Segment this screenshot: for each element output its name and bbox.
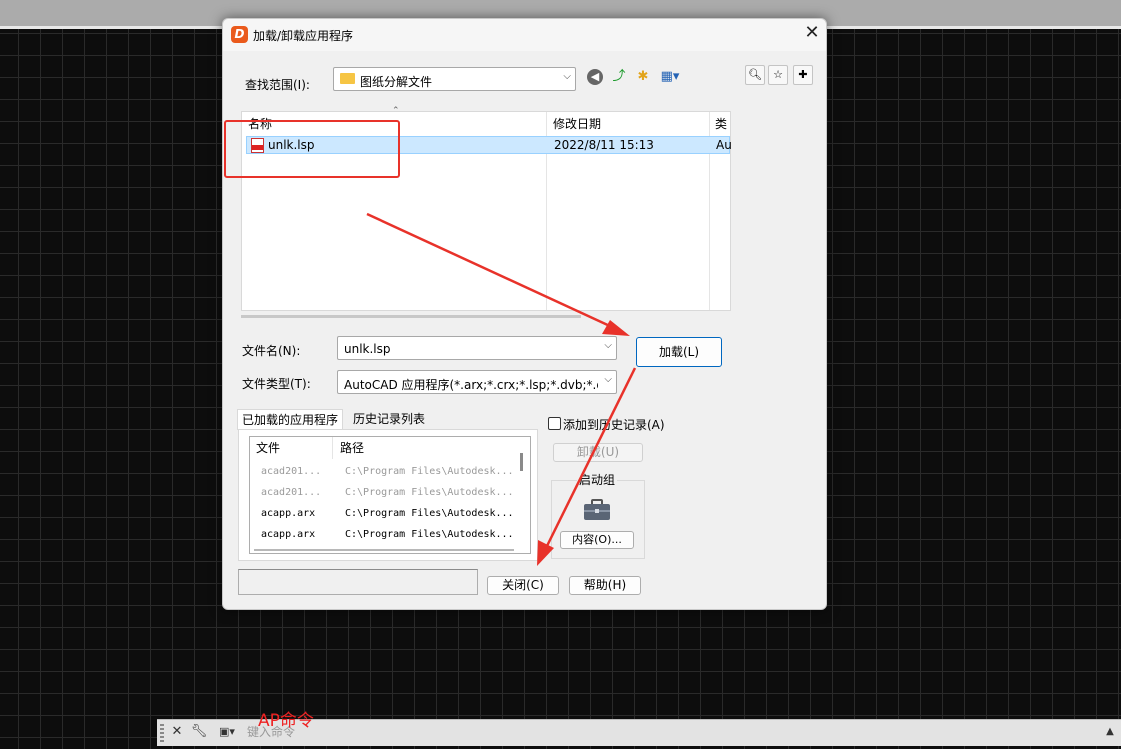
lookin-dropdown[interactable]: 图纸分解文件 ⌵	[333, 67, 576, 91]
filetype-value: AutoCAD 应用程序(*.arx;*.crx;*.lsp;*.dvb;*.d…	[344, 378, 598, 392]
app-path: C:\Program Files\Autodesk...	[345, 508, 514, 519]
column-header-type[interactable]: 类	[715, 112, 730, 134]
load-button[interactable]: 加载(L)	[636, 337, 722, 367]
column-header-path[interactable]: 路径	[334, 437, 514, 459]
add-favorites-icon[interactable]: ✚	[793, 65, 813, 85]
table-horizontal-scrollbar[interactable]	[254, 549, 514, 551]
help-button[interactable]: 帮助(H)	[569, 576, 641, 595]
app-file: acad201...	[261, 466, 322, 477]
column-header-date[interactable]: 修改日期	[553, 112, 703, 134]
app-path: C:\Program Files\Autodesk...	[345, 466, 514, 477]
lookin-value: 图纸分解文件	[360, 75, 433, 89]
app-path: C:\Program Files\Autodesk...	[345, 487, 514, 498]
app-logo-icon: D	[231, 26, 248, 43]
add-history-checkbox[interactable]	[548, 417, 561, 430]
chevron-down-icon: ⌵	[604, 340, 612, 351]
table-row[interactable]: acapp.arx C:\Program Files\Autodesk...	[250, 504, 514, 524]
contents-button[interactable]: 内容(O)...	[560, 531, 634, 549]
file-type: Au	[716, 138, 731, 152]
column-header-file[interactable]: 文件	[250, 437, 333, 459]
unload-button[interactable]: 卸载(U)	[553, 443, 643, 462]
filename-value: unlk.lsp	[344, 342, 391, 356]
back-icon[interactable]: ◀	[587, 69, 603, 85]
add-history-label: 添加到历史记录(A)	[563, 418, 665, 432]
table-row[interactable]: acad201... C:\Program Files\Autodesk...	[250, 483, 514, 503]
app-path: C:\Program Files\Autodesk...	[345, 529, 514, 539]
favorites-icon[interactable]: ☆	[768, 65, 788, 85]
close-icon[interactable]: ✕	[801, 22, 823, 44]
find-icon[interactable]: 🔍︎	[745, 65, 765, 85]
filename-input[interactable]: unlk.lsp ⌵	[337, 336, 617, 360]
close-icon[interactable]: ✕	[168, 723, 186, 741]
app-file: acapp.arx	[261, 508, 316, 519]
table-row[interactable]: acapp.arx C:\Program Files\Autodesk...	[250, 525, 514, 539]
file-list-scrollbar[interactable]	[241, 315, 581, 318]
ap-command-annotation: AP命令	[258, 711, 314, 731]
loaded-apps-table[interactable]: 文件 路径 acad201... C:\Program Files\Autode…	[249, 436, 531, 554]
filetype-label: 文件类型(T):	[242, 377, 311, 391]
expand-up-icon[interactable]: ▲	[1101, 723, 1119, 741]
chevron-down-icon: ⌵	[604, 374, 612, 385]
tab-loaded-apps[interactable]: 已加载的应用程序	[237, 409, 344, 430]
close-button[interactable]: 关闭(C)	[487, 576, 559, 595]
table-vertical-scrollbar[interactable]	[520, 453, 523, 471]
dialog-title: 加载/卸载应用程序	[253, 29, 354, 43]
status-field	[238, 569, 478, 595]
load-unload-dialog: D 加载/卸载应用程序 ✕ 查找范围(I): 图纸分解文件 ⌵ ◀ ⤴ ✱ ▦▾…	[222, 18, 827, 610]
table-row[interactable]: acad201... C:\Program Files\Autodesk...	[250, 462, 514, 482]
startup-group-label: 启动组	[577, 471, 618, 488]
app-file: acad201...	[261, 487, 322, 498]
loaded-apps-panel: 文件 路径 acad201... C:\Program Files\Autode…	[238, 429, 538, 561]
lookin-label: 查找范围(I):	[245, 78, 310, 92]
tab-history-list[interactable]: 历史记录列表	[349, 409, 429, 429]
up-folder-icon[interactable]: ⤴	[610, 68, 628, 86]
filename-label: 文件名(N):	[242, 344, 301, 358]
file-highlight-box	[224, 120, 400, 178]
new-folder-icon[interactable]: ✱	[634, 68, 652, 86]
app-file: acapp.arx	[261, 529, 316, 539]
grip-handle[interactable]	[160, 724, 164, 742]
folder-icon	[340, 73, 355, 84]
views-icon[interactable]: ▦▾	[657, 68, 683, 86]
wrench-icon[interactable]: 🔧︎	[190, 723, 208, 741]
briefcase-icon	[584, 499, 610, 520]
chevron-down-icon: ⌵	[563, 71, 571, 82]
file-date: 2022/8/11 15:13	[554, 138, 654, 152]
filetype-dropdown[interactable]: AutoCAD 应用程序(*.arx;*.crx;*.lsp;*.dvb;*.d…	[337, 370, 617, 394]
command-prompt-icon[interactable]: ▣▾	[214, 723, 240, 741]
command-input[interactable]: 键入命令	[247, 722, 1107, 742]
dialog-titlebar: D 加载/卸载应用程序 ✕	[223, 19, 826, 51]
